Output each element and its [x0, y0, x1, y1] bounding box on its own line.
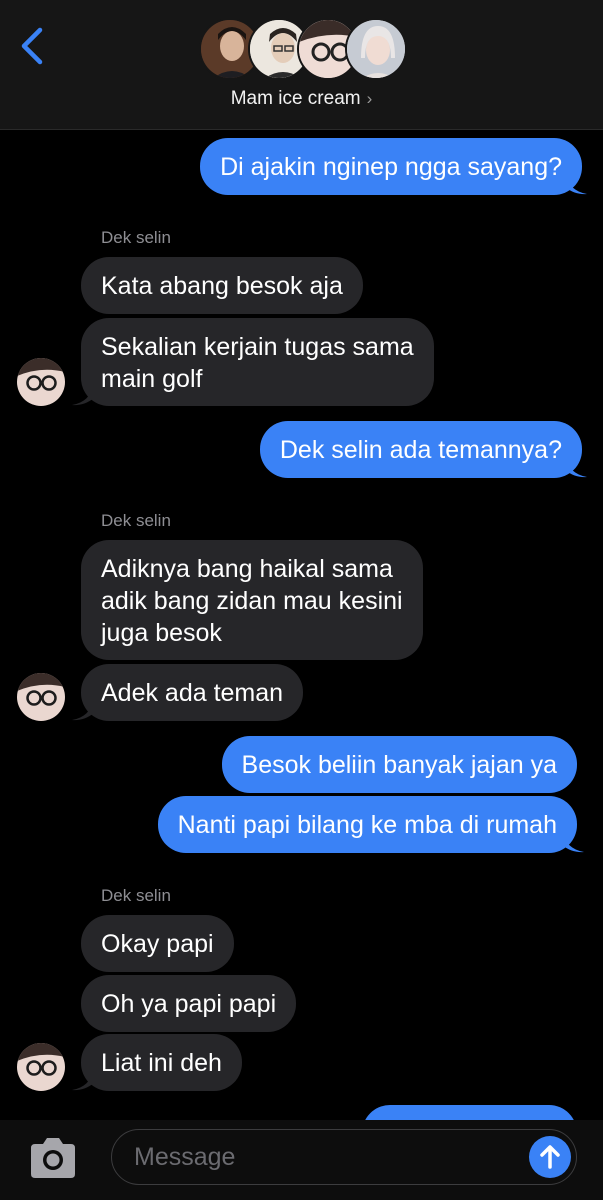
composer-bar	[0, 1120, 603, 1200]
sender-name: Dek selin	[101, 228, 171, 247]
group-avatars[interactable]	[199, 18, 409, 82]
send-arrow-up-icon	[540, 1145, 560, 1169]
bubble-tail	[562, 831, 584, 853]
camera-icon[interactable]	[27, 1136, 79, 1180]
back-chevron-icon[interactable]	[14, 24, 54, 68]
bubble-tail	[565, 173, 587, 195]
message-input[interactable]	[134, 1142, 514, 1172]
contact-avatar[interactable]	[17, 358, 65, 406]
incoming-message[interactable]: Sekalian kerjain tugas sama main golf	[81, 318, 434, 406]
outgoing-message[interactable]: Dek selin ada temannya?	[259, 421, 582, 478]
bubble-tail	[72, 699, 94, 721]
incoming-message[interactable]: Kata abang besok aja	[81, 257, 363, 314]
group-name-button[interactable]: Mam ice cream ›	[0, 88, 603, 110]
bubble-tail	[72, 1069, 94, 1091]
incoming-message[interactable]: Oh ya papi papi	[81, 975, 297, 1032]
contact-avatar[interactable]	[17, 1043, 65, 1091]
bubble-tail	[565, 456, 587, 478]
outgoing-message[interactable]: Di ajakin nginep ngga sayang?	[200, 138, 582, 195]
sender-name: Dek selin	[101, 886, 171, 905]
incoming-message[interactable]: Adek ada teman	[81, 664, 304, 721]
incoming-message[interactable]: Liat ini deh	[81, 1034, 242, 1091]
outgoing-message[interactable]: Besok beliin banyak jajan ya	[221, 736, 577, 793]
incoming-message[interactable]: Okay papi	[81, 915, 234, 972]
message-field[interactable]	[111, 1129, 577, 1185]
chevron-right-icon: ›	[366, 89, 373, 108]
bubble-tail	[72, 384, 94, 406]
group-name: Mam ice cream	[230, 88, 361, 109]
outgoing-message[interactable]: Nanti papi bilang ke mba di rumah	[157, 796, 577, 853]
group-member-avatar	[345, 18, 407, 80]
contact-avatar[interactable]	[17, 673, 65, 721]
conversation-header: Mam ice cream ›	[0, 0, 603, 130]
incoming-message[interactable]: Adiknya bang haikal sama adik bang zidan…	[81, 540, 423, 660]
sender-name: Dek selin	[101, 511, 171, 530]
send-button[interactable]	[529, 1136, 571, 1178]
